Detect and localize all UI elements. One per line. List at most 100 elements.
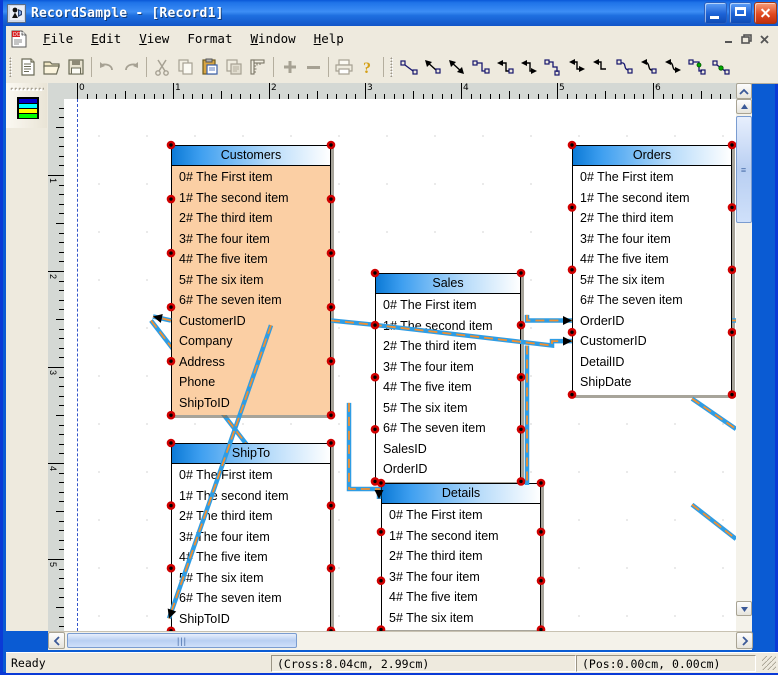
selection-handle[interactable] [727, 390, 736, 399]
elbow-point-connector-icon[interactable] [685, 55, 709, 79]
resize-grip[interactable] [762, 656, 776, 670]
scroll-nav-left-button[interactable] [48, 632, 65, 649]
selection-handle[interactable] [166, 410, 176, 420]
selection-handle[interactable] [370, 372, 380, 382]
selection-handle[interactable] [166, 140, 176, 150]
scroll-up-arrow[interactable] [736, 99, 752, 114]
selection-handle[interactable] [727, 140, 736, 150]
selection-handle[interactable] [516, 268, 526, 278]
selection-handle[interactable] [166, 248, 176, 258]
step-arrow-left-icon[interactable] [589, 55, 613, 79]
horizontal-ruler[interactable]: 01234567 [64, 83, 752, 100]
selection-handle[interactable] [370, 268, 380, 278]
selection-handle[interactable] [166, 563, 176, 573]
arrow-up-left-icon[interactable] [421, 55, 445, 79]
selection-handle[interactable] [326, 140, 336, 150]
selection-handle[interactable] [326, 501, 336, 510]
selection-handle[interactable] [516, 425, 526, 434]
open-folder-icon[interactable] [40, 55, 64, 79]
selection-handle[interactable] [567, 265, 577, 275]
arrow-left-icon[interactable] [493, 55, 517, 79]
close-button[interactable] [754, 2, 777, 24]
menu-format[interactable]: Format [178, 28, 241, 49]
connector-toolbar-grip[interactable] [390, 57, 393, 77]
curve-arrow-both-icon[interactable] [661, 55, 685, 79]
double-arrow-icon[interactable] [445, 55, 469, 79]
selection-handle[interactable] [166, 194, 176, 204]
selection-handle[interactable] [567, 140, 577, 150]
horizontal-scroll-thumb[interactable]: ||| [67, 633, 297, 648]
color-bars-icon[interactable] [17, 97, 39, 119]
add-plus-icon [277, 55, 301, 79]
menu-edit[interactable]: Edit [82, 28, 130, 49]
menu-window[interactable]: Window [241, 28, 304, 49]
line-point-connector-icon[interactable] [709, 55, 733, 79]
selection-handle[interactable] [727, 203, 736, 212]
elbow-connector-icon[interactable] [469, 55, 493, 79]
status-bar: Ready (Cross:8.04cm, 2.99cm) (Pos:0.00cm… [6, 652, 778, 673]
vertical-ruler[interactable]: 123456 [48, 99, 65, 631]
scroll-top-button[interactable] [736, 83, 752, 99]
minimize-button[interactable] [704, 2, 727, 24]
selection-handle[interactable] [727, 327, 736, 337]
dock-grip[interactable] [10, 87, 44, 91]
vertical-scroll-thumb[interactable]: ≡ [736, 116, 752, 223]
dock-tile[interactable] [6, 83, 47, 128]
double-arrow-both-icon[interactable] [517, 55, 541, 79]
selection-handle[interactable] [370, 320, 380, 330]
selection-handle[interactable] [326, 248, 336, 258]
ruler-icon[interactable] [246, 55, 270, 79]
selection-handle[interactable] [326, 438, 336, 448]
selection-handle[interactable] [166, 302, 176, 312]
mdi-restore-button[interactable] [738, 31, 755, 47]
scroll-nav-right-button[interactable] [736, 632, 753, 649]
selection-handle[interactable] [516, 320, 526, 330]
mdi-minimize-button[interactable] [720, 31, 737, 47]
selection-handle[interactable] [166, 356, 176, 366]
selection-handle[interactable] [326, 410, 336, 420]
selection-handle[interactable] [567, 203, 577, 212]
selection-handle[interactable] [727, 265, 736, 275]
selection-handle[interactable] [326, 194, 336, 204]
selection-handle[interactable] [326, 356, 336, 366]
selection-handle[interactable] [326, 302, 336, 312]
ruler-label: 4 [48, 466, 58, 472]
menu-help[interactable]: Help [305, 28, 353, 49]
selection-handle[interactable] [516, 477, 526, 486]
selection-handle[interactable] [567, 327, 577, 337]
vertical-scrollbar[interactable]: ≡ [736, 99, 752, 631]
maximize-button[interactable] [729, 2, 752, 24]
menu-view[interactable]: View [130, 28, 178, 49]
selection-handle[interactable] [536, 478, 546, 488]
toolbar-grip[interactable] [9, 57, 12, 77]
help-question-icon[interactable]: ? [356, 55, 380, 79]
curve-connector-icon[interactable] [613, 55, 637, 79]
selection-handle[interactable] [166, 438, 176, 448]
selection-handle[interactable] [376, 576, 386, 586]
selection-handles-layer[interactable] [64, 99, 736, 631]
line-connector-icon[interactable] [397, 55, 421, 79]
selection-handle[interactable] [376, 478, 386, 488]
save-disk-icon[interactable] [64, 55, 88, 79]
paste-icon[interactable] [198, 55, 222, 79]
selection-handle[interactable] [376, 527, 386, 537]
selection-handle[interactable] [516, 372, 526, 382]
step-arrow-right-icon[interactable] [565, 55, 589, 79]
selection-handle[interactable] [326, 563, 336, 573]
menu-bar: DOC File Edit View Format Window Help [6, 26, 778, 52]
menu-file[interactable]: File [34, 28, 82, 49]
toolbar-separator [273, 57, 274, 77]
selection-handle[interactable] [536, 527, 546, 537]
curve-arrow-left-icon[interactable] [637, 55, 661, 79]
selection-handle[interactable] [536, 576, 546, 586]
selection-handle[interactable] [370, 425, 380, 434]
mdi-close-button[interactable] [756, 31, 773, 47]
ruler-minor-tick [509, 91, 510, 99]
horizontal-scrollbar[interactable]: ||| [48, 631, 752, 650]
selection-handle[interactable] [567, 390, 577, 399]
new-document-icon[interactable] [16, 55, 40, 79]
step-connector-icon[interactable] [541, 55, 565, 79]
scroll-down-arrow[interactable] [736, 601, 752, 616]
selection-handle[interactable] [166, 501, 176, 510]
diagram-canvas[interactable]: Customers 0# The First item 1# The second … [64, 99, 736, 631]
